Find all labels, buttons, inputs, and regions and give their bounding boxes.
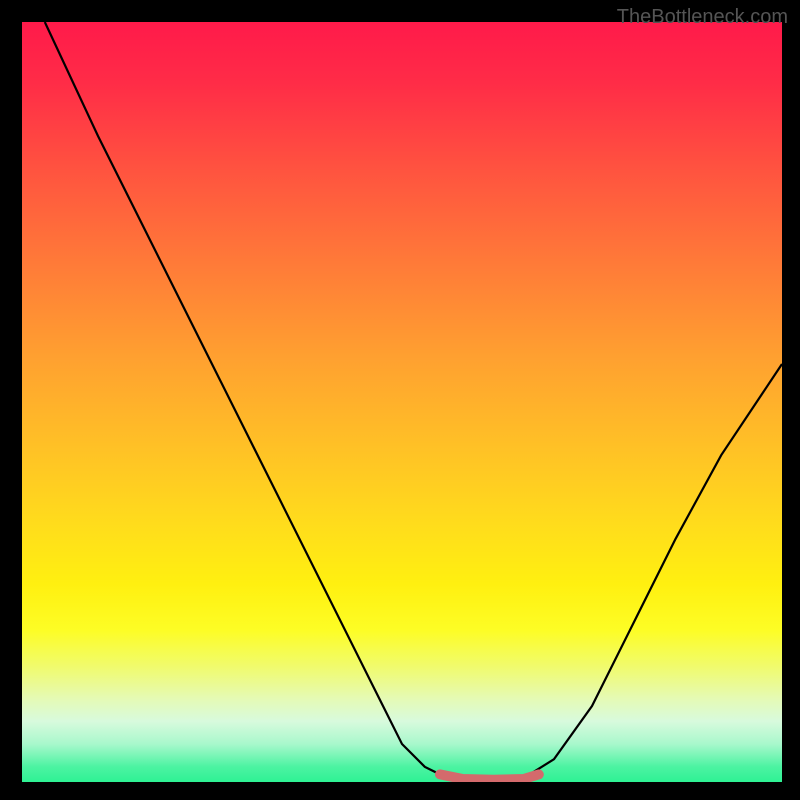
right-curve bbox=[524, 364, 782, 778]
left-curve bbox=[45, 22, 455, 778]
plot-area bbox=[22, 22, 782, 782]
bottom-flat-highlight bbox=[440, 774, 539, 779]
credit-text: TheBottleneck.com bbox=[617, 6, 788, 29]
chart-svg bbox=[22, 22, 782, 782]
